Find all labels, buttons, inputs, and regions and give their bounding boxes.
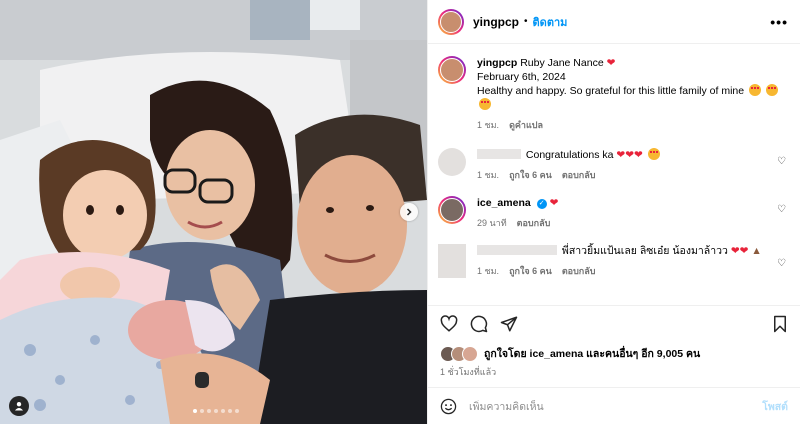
avatar[interactable]: [438, 56, 466, 84]
carousel-dot: [214, 409, 218, 413]
avatar[interactable]: [438, 244, 466, 278]
post-side-panel: yingpcp • ติดตาม ••• yingpcp Ruby Jane N…: [427, 0, 800, 424]
carousel-dot: [228, 409, 232, 413]
comment-item: พี่สาวยิ้มแป้นเลย ลิซเอ๋ย น้องมาล้าวว ❤❤…: [438, 244, 792, 278]
more-options-button[interactable]: •••: [770, 14, 788, 30]
comment-likes[interactable]: ถูกใจ 6 คน: [509, 264, 552, 278]
bookmark-icon: [774, 315, 786, 333]
verified-badge-icon: ✓: [536, 199, 547, 209]
next-image-button[interactable]: [400, 203, 418, 221]
comment-time: 29 นาที: [477, 218, 507, 228]
chevron-right-icon: [406, 208, 412, 216]
avatar[interactable]: [438, 196, 466, 224]
comment-text: Congratulations ka: [525, 149, 614, 161]
comment-item: Congratulations ka ❤❤❤ 1 ชม. ถูกใจ 6 คน …: [438, 148, 792, 182]
user-tag-icon: [15, 402, 23, 411]
carousel-dot: [193, 409, 197, 413]
comment-username-blurred[interactable]: [477, 245, 557, 255]
comment-likes[interactable]: ถูกใจ 6 คน: [509, 168, 552, 182]
heart-icon: [440, 315, 458, 332]
follow-button[interactable]: ติดตาม: [533, 13, 568, 31]
comment-text: พี่สาวยิ้มแป้นเลย ลิซเอ๋ย น้องมาล้าวว: [561, 245, 728, 257]
likes-text[interactable]: ถูกใจโดย ice_amena และคนอื่นๆ อีก 9,005 …: [484, 345, 700, 362]
caption-line1: Ruby Jane Nance: [520, 57, 604, 69]
cake-emoji: ▲: [751, 245, 762, 257]
red-heart-emoji: ❤❤❤: [616, 149, 643, 161]
carousel-dot: [221, 409, 225, 413]
heart-eyes-emoji: [765, 84, 778, 96]
add-comment-bar: โพสต์: [428, 387, 800, 425]
like-comment-heart-icon[interactable]: ♡: [777, 204, 786, 215]
header-separator: •: [524, 16, 528, 27]
carousel-dot: [207, 409, 211, 413]
avatar: [462, 345, 478, 362]
carousel-indicator: [193, 409, 239, 413]
post-media[interactable]: [0, 0, 427, 424]
heart-eyes-emoji: [749, 84, 762, 96]
comment-username-blurred[interactable]: [477, 149, 521, 159]
comments-list[interactable]: yingpcp Ruby Jane Nance ❤ February 6th, …: [428, 44, 800, 304]
share-icon: [500, 316, 518, 332]
comment-time: 1 ชม.: [477, 266, 500, 276]
save-button[interactable]: [772, 315, 788, 333]
carousel-dot: [235, 409, 239, 413]
carousel-dot: [200, 409, 204, 413]
post-actions: [428, 305, 800, 342]
instagram-post: yingpcp • ติดตาม ••• yingpcp Ruby Jane N…: [0, 0, 800, 424]
liker-avatars: [440, 345, 478, 362]
reply-button[interactable]: ตอบกลับ: [562, 168, 596, 182]
translate-link[interactable]: ดูคำแปล: [509, 118, 543, 132]
post-photo: [0, 0, 427, 424]
caption: yingpcp Ruby Jane Nance ❤ February 6th, …: [438, 56, 792, 132]
red-heart-emoji: ❤❤: [730, 245, 749, 257]
header-username[interactable]: yingpcp: [473, 15, 519, 29]
caption-username[interactable]: yingpcp: [477, 57, 517, 69]
tagged-users-button[interactable]: [9, 396, 29, 416]
comment-time: 1 ชม.: [477, 170, 500, 180]
share-button[interactable]: [500, 315, 518, 333]
emoji-icon[interactable]: [440, 398, 457, 415]
caption-line2: February 6th, 2024: [477, 71, 566, 83]
post-header: yingpcp • ติดตาม •••: [428, 0, 800, 44]
post-comment-button[interactable]: โพสต์: [762, 398, 788, 415]
comment-username[interactable]: ice_amena: [477, 197, 531, 209]
likes-summary[interactable]: ถูกใจโดย ice_amena และคนอื่นๆ อีก 9,005 …: [440, 345, 790, 362]
avatar[interactable]: [438, 8, 464, 35]
red-heart-emoji: ❤: [606, 57, 616, 69]
comment-button[interactable]: [470, 315, 488, 333]
caption-time: 1 ชม.: [477, 120, 500, 130]
caption-line3: Healthy and happy. So grateful for this …: [477, 85, 745, 97]
heart-eyes-emoji: [647, 148, 660, 160]
comment-input[interactable]: [467, 399, 763, 414]
like-button[interactable]: [440, 315, 458, 333]
red-heart-emoji: ❤: [549, 197, 559, 209]
avatar[interactable]: [438, 148, 466, 176]
comment-icon: [470, 315, 488, 333]
post-timestamp: 1 ชั่วโมงที่แล้ว: [440, 367, 497, 377]
comment-item: ice_amena ✓ ❤ 29 นาที ตอบกลับ ♡: [438, 196, 792, 230]
heart-eyes-emoji: [479, 98, 491, 110]
reply-button[interactable]: ตอบกลับ: [517, 216, 551, 230]
like-comment-heart-icon[interactable]: ♡: [777, 156, 786, 167]
reply-button[interactable]: ตอบกลับ: [562, 264, 596, 278]
like-comment-heart-icon[interactable]: ♡: [777, 258, 786, 269]
